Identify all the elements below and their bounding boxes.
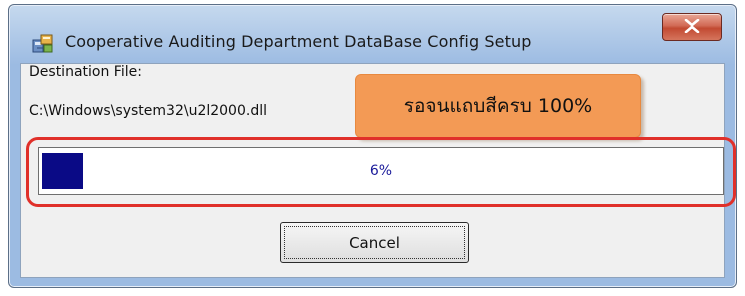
instruction-callout: รอจนแถบสีครบ 100% bbox=[355, 74, 641, 138]
progress-bar: 6% bbox=[38, 147, 724, 195]
instruction-callout-text: รอจนแถบสีครบ 100% bbox=[403, 95, 593, 117]
destination-file-label: Destination File: bbox=[29, 64, 142, 80]
close-button[interactable] bbox=[662, 13, 722, 41]
close-x-icon bbox=[684, 18, 700, 37]
cancel-button[interactable]: Cancel bbox=[280, 222, 469, 263]
setup-installer-icon bbox=[31, 31, 55, 55]
destination-file-path: C:\Windows\system32\u2l2000.dll bbox=[29, 103, 267, 119]
progress-percent-text: 6% bbox=[369, 163, 393, 179]
cancel-button-label: Cancel bbox=[349, 233, 400, 252]
window-title: Cooperative Auditing Department DataBase… bbox=[65, 32, 532, 51]
title-bar[interactable]: Cooperative Auditing Department DataBase… bbox=[9, 5, 736, 61]
